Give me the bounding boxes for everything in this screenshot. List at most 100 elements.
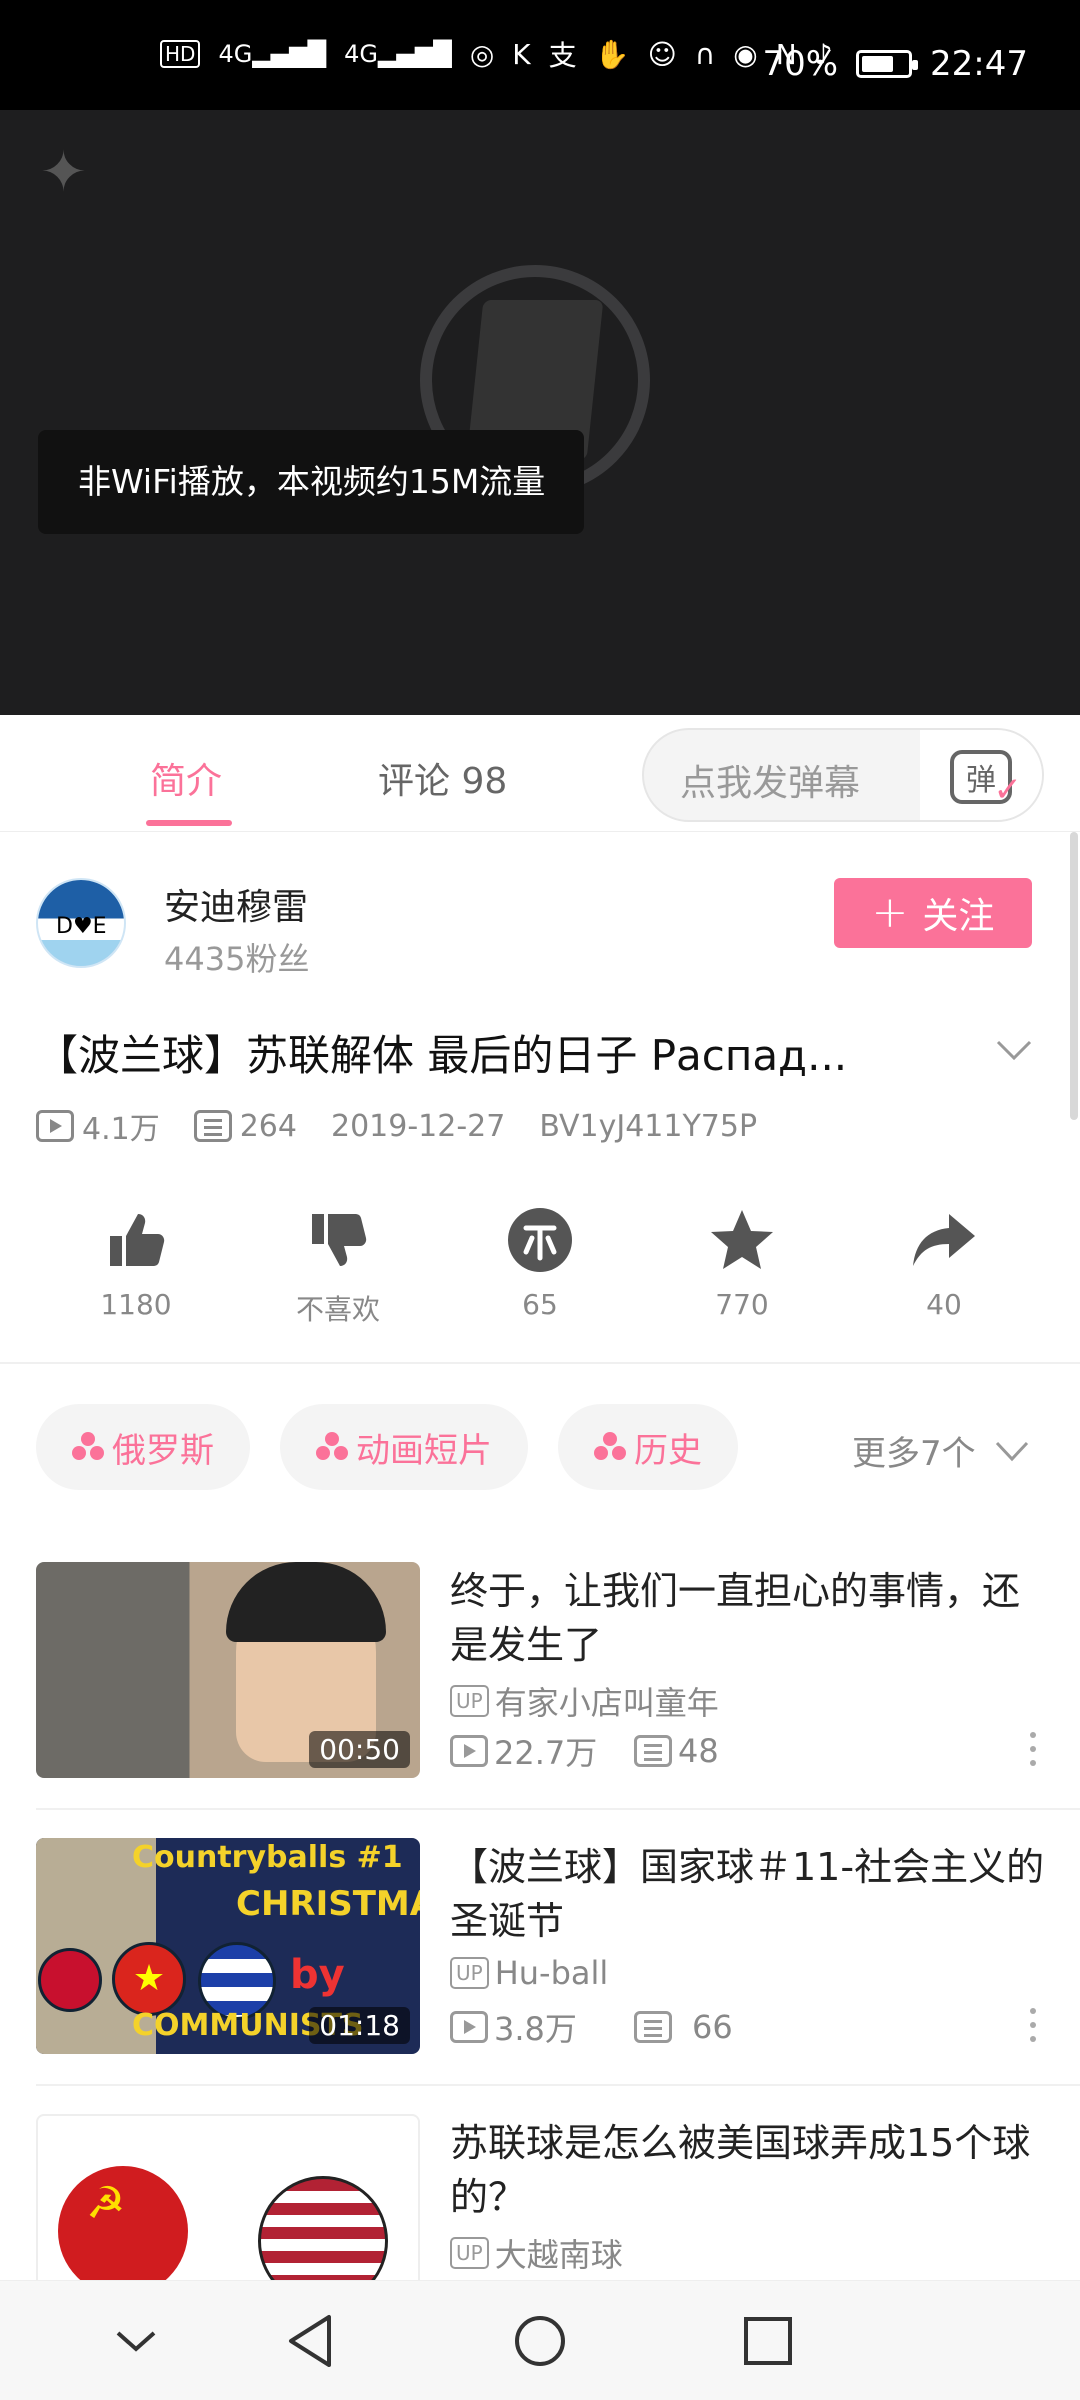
danmaku-count-icon xyxy=(193,1110,232,1142)
related-uploader: UP Hu-ball xyxy=(450,1954,608,1992)
list-item[interactable]: 00:50 终于，让我们一直担心的事情，还是发生了 UP 有家小店叫童年 22.… xyxy=(36,1562,1044,1780)
more-tags-button[interactable]: 更多7个 xyxy=(852,1426,1030,1475)
pay-icon: 支 xyxy=(548,39,577,72)
more-options-icon[interactable] xyxy=(1030,1732,1038,1766)
eye-icon: ◉ xyxy=(733,37,758,71)
section-divider xyxy=(0,1362,1080,1364)
tag-icon xyxy=(594,1432,626,1462)
nav-recents-button[interactable] xyxy=(736,2309,800,2373)
danmu-input[interactable]: 点我发弹幕 弹 ✓ xyxy=(642,728,1044,822)
related-danmaku: 48 xyxy=(678,1732,719,1770)
video-duration: 01:18 xyxy=(309,2007,410,2044)
list-divider xyxy=(36,1808,1080,1810)
thumb-up-icon xyxy=(110,1214,165,1266)
bvid: BV1yJ411Y75P xyxy=(539,1108,758,1144)
k-icon: K xyxy=(512,37,531,71)
tag-icon xyxy=(72,1432,104,1462)
active-tab-indicator xyxy=(146,820,232,826)
video-thumbnail[interactable]: 00:50 xyxy=(36,1562,420,1778)
up-badge: UP xyxy=(450,1685,489,1717)
nav-back-button[interactable] xyxy=(278,2309,342,2373)
chevron-down-icon xyxy=(995,1441,1028,1461)
tag-label: 历史 xyxy=(634,1430,702,1471)
thumbnail-text: Countryballs #1 xyxy=(132,1840,403,1875)
related-meta: 3.8万 66 xyxy=(450,2004,733,2050)
publish-date: 2019-12-27 xyxy=(330,1108,506,1144)
more-options-icon[interactable] xyxy=(1030,2008,1038,2042)
system-nav-bar xyxy=(0,2280,1080,2400)
tag-label: 动画短片 xyxy=(356,1430,492,1471)
tab-intro[interactable]: 简介 xyxy=(150,752,222,804)
related-title: 苏联球是怎么被美国球弄成15个球的？ xyxy=(450,2121,1031,2219)
thumbnail-ball-ussr: ☭ xyxy=(58,2166,188,2280)
list-item[interactable]: ☭ 苏联球是怎么被美国球弄成15个球的？ UP 大越南球 xyxy=(36,2114,1044,2280)
related-title: 【波兰球】国家球＃11-社会主义的圣诞节 xyxy=(450,1845,1045,1943)
signal-4g-icon-2: 4G▂▄▆█ xyxy=(344,40,452,68)
play-count-icon xyxy=(450,2011,488,2043)
video-meta: 4.1万 264 2019-12-27 BV1yJ411Y75P xyxy=(36,1104,757,1148)
headset-icon: ∩ xyxy=(694,37,716,71)
nav-home-button[interactable] xyxy=(508,2309,572,2373)
video-thumbnail[interactable]: Countryballs #1 CHRISTMAS ★ by COMMUNIST… xyxy=(36,1838,420,2054)
favorite-button[interactable]: 770 xyxy=(672,1200,812,1321)
chevron-down-icon xyxy=(116,2331,156,2352)
hotspot-icon: ◎ xyxy=(469,37,495,71)
battery-percent: 70% xyxy=(762,44,839,84)
battery-icon xyxy=(856,50,919,78)
play-count-icon xyxy=(450,1735,488,1767)
status-icons: HD 4G▂▄▆█ 4G▂▄▆█ ◎ K 支 ✋ ☺ ∩ ◉ N ♪ xyxy=(160,34,833,74)
like-button[interactable]: 1180 xyxy=(66,1200,206,1321)
action-bar: 1180 不喜欢 65 770 40 xyxy=(0,1200,1080,1340)
tag-label: 俄罗斯 xyxy=(112,1430,214,1471)
related-views: 3.8万 xyxy=(494,2010,577,2048)
share-icon xyxy=(913,1214,975,1266)
danmu-placeholder: 点我发弹幕 xyxy=(680,763,861,804)
nav-hide-button[interactable] xyxy=(104,2309,168,2373)
up-badge: UP xyxy=(450,1957,489,1989)
related-views: 22.7万 xyxy=(494,1734,598,1772)
clock: 22:47 xyxy=(930,44,1028,84)
hand-icon: ✋ xyxy=(594,37,630,71)
related-uploader: UP 大越南球 xyxy=(450,2230,623,2276)
thumbnail-text: by xyxy=(290,1952,345,1998)
related-meta: 22.7万 48 xyxy=(450,1728,719,1774)
thumbnail-ball-usa xyxy=(258,2176,388,2280)
data-usage-toast: 非WiFi播放，本视频约15M流量 xyxy=(38,430,584,534)
thumbnail-ball-korea xyxy=(38,1948,102,2012)
coin-icon xyxy=(508,1208,572,1272)
related-title: 终于，让我们一直担心的事情，还是发生了 xyxy=(450,1569,1021,1667)
thumb-down-icon xyxy=(312,1214,367,1266)
coin-button[interactable]: 65 xyxy=(470,1200,610,1321)
home-circle-icon xyxy=(515,2316,565,2366)
danmu-toggle-button[interactable]: 弹 ✓ xyxy=(920,730,1042,820)
signal-4g-icon: 4G▂▄▆█ xyxy=(218,40,327,68)
danmu-icon-label: 弹 xyxy=(966,763,996,798)
chevron-down-icon[interactable] xyxy=(994,1030,1034,1070)
dislike-button[interactable]: 不喜欢 xyxy=(268,1200,408,1328)
uploader-name[interactable]: 安迪穆雷 xyxy=(164,878,308,930)
tag-icon xyxy=(316,1432,348,1462)
avatar[interactable]: D♥E xyxy=(36,878,126,968)
scrollbar[interactable] xyxy=(1070,832,1078,1120)
tag-russia[interactable]: 俄罗斯 xyxy=(36,1404,250,1490)
share-button[interactable]: 40 xyxy=(874,1200,1014,1321)
tag-history[interactable]: 历史 xyxy=(558,1404,738,1490)
tab-comments[interactable]: 评论 98 xyxy=(378,752,507,804)
video-duration: 00:50 xyxy=(309,1731,410,1768)
tag-animation-short[interactable]: 动画短片 xyxy=(280,1404,528,1490)
follow-button[interactable]: + 关注 xyxy=(834,878,1032,948)
danmaku-count-icon xyxy=(634,2011,672,2043)
video-thumbnail[interactable]: ☭ xyxy=(36,2114,420,2280)
more-tags-label: 更多7个 xyxy=(852,1434,976,1474)
video-title: 【波兰球】苏联解体 最后的日子 Распад... xyxy=(36,1031,848,1080)
video-player[interactable]: ✦ 非WiFi播放，本视频约15M流量 xyxy=(0,110,1080,715)
favorite-count: 770 xyxy=(715,1288,769,1321)
plus-icon: + xyxy=(871,887,909,938)
dislike-label: 不喜欢 xyxy=(295,1293,380,1326)
related-uploader-name: 有家小店叫童年 xyxy=(494,1684,719,1722)
list-item[interactable]: Countryballs #1 CHRISTMAS ★ by COMMUNIST… xyxy=(36,1838,1044,2056)
danmu-icon: 弹 ✓ xyxy=(950,750,1022,810)
thumbnail-text: CHRISTMAS xyxy=(236,1884,420,1924)
like-count: 1180 xyxy=(100,1288,172,1321)
hd-icon: HD xyxy=(160,40,201,68)
